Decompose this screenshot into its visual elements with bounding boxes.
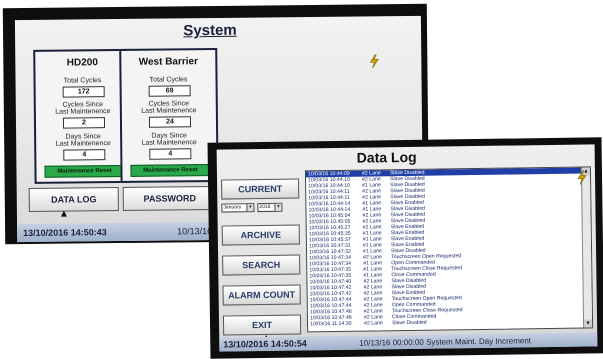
days-since-value: 4: [63, 149, 106, 161]
month-select-value: January: [223, 204, 242, 211]
data-log-monitor: Data Log CURRENT January ▾ 2016 ▾ ARCHIV…: [207, 137, 603, 359]
log-rows: 10/03/16 10:44:09 #2 Lane Slave Disabled 10…: [305, 167, 584, 328]
panel-name: HD200: [66, 57, 98, 69]
page-title: Data Log: [356, 148, 417, 166]
pointer-cursor-icon: [60, 210, 67, 217]
total-cycles-label: Total Cycles: [149, 76, 188, 84]
data-log-button[interactable]: DATA LOG: [28, 187, 119, 212]
status-time: 13/10/2016 14:50:43: [23, 227, 107, 239]
days-since-value: 4: [149, 148, 192, 160]
days-since-label-2: Last Maintenence: [141, 139, 197, 147]
scroll-down-icon[interactable]: ▼: [584, 319, 593, 328]
cycles-since-value: 2: [62, 117, 106, 129]
search-button[interactable]: SEARCH: [222, 254, 301, 276]
archive-button[interactable]: ARCHIVE: [221, 224, 300, 246]
page-title: System: [183, 21, 237, 40]
month-select[interactable]: January ▾: [221, 203, 255, 213]
data-log-list[interactable]: 10/03/16 10:44:09 #2 Lane Slave Disabled 10…: [304, 166, 594, 333]
chevron-down-icon: ▾: [246, 204, 254, 212]
exit-button[interactable]: EXIT: [222, 314, 302, 336]
year-select[interactable]: 2016 ▾: [257, 202, 283, 213]
panel-hd200: HD200 Total Cycles 172 Cycles Since Last…: [33, 48, 133, 184]
password-button[interactable]: PASSWORD: [122, 185, 217, 211]
cycles-since-label-2: Last Maintenence: [55, 108, 111, 116]
days-since-label-2: Last Maintenence: [55, 140, 111, 148]
current-button[interactable]: CURRENT: [221, 178, 300, 200]
panel-west-barrier: West Barrier Total Cycles 69 Cycles Sinc…: [119, 47, 219, 184]
maintenance-reset-button[interactable]: Maintenance Reset: [44, 164, 125, 178]
lightning-bolt-icon: [369, 54, 379, 69]
log-message: Slave Disabled: [392, 319, 427, 327]
lightning-bolt-icon: [577, 170, 587, 185]
year-select-value: 2016: [259, 203, 271, 211]
log-timestamp: 10/03/16 11:14:30: [310, 320, 352, 328]
status-bar: 13/10/2016 14:50:54 10/13/16 00:00:00 Sy…: [219, 332, 598, 352]
total-cycles-value: 172: [62, 86, 105, 98]
cycles-since-label-2: Last Maintenence: [141, 107, 197, 115]
log-scrollbar[interactable]: ▲ ▼: [580, 167, 593, 328]
total-cycles-value: 69: [148, 85, 191, 97]
status-time: 13/10/2016 14:50:54: [223, 338, 307, 350]
total-cycles-label: Total Cycles: [63, 77, 102, 85]
status-date: 10/13/16: [177, 226, 213, 237]
status-event: 10/13/16 00:00:00 System Maint. Day Incr…: [359, 336, 532, 348]
alarm-count-button[interactable]: ALARM COUNT: [222, 284, 301, 306]
maintenance-reset-button[interactable]: Maintenance Reset: [130, 164, 211, 177]
panel-name: West Barrier: [138, 56, 199, 68]
data-log-screen: Data Log CURRENT January ▾ 2016 ▾ ARCHIV…: [216, 144, 598, 352]
chevron-down-icon: ▾: [274, 203, 282, 211]
cycles-since-value: 24: [148, 116, 192, 128]
log-source: #2 Lane: [364, 320, 383, 327]
